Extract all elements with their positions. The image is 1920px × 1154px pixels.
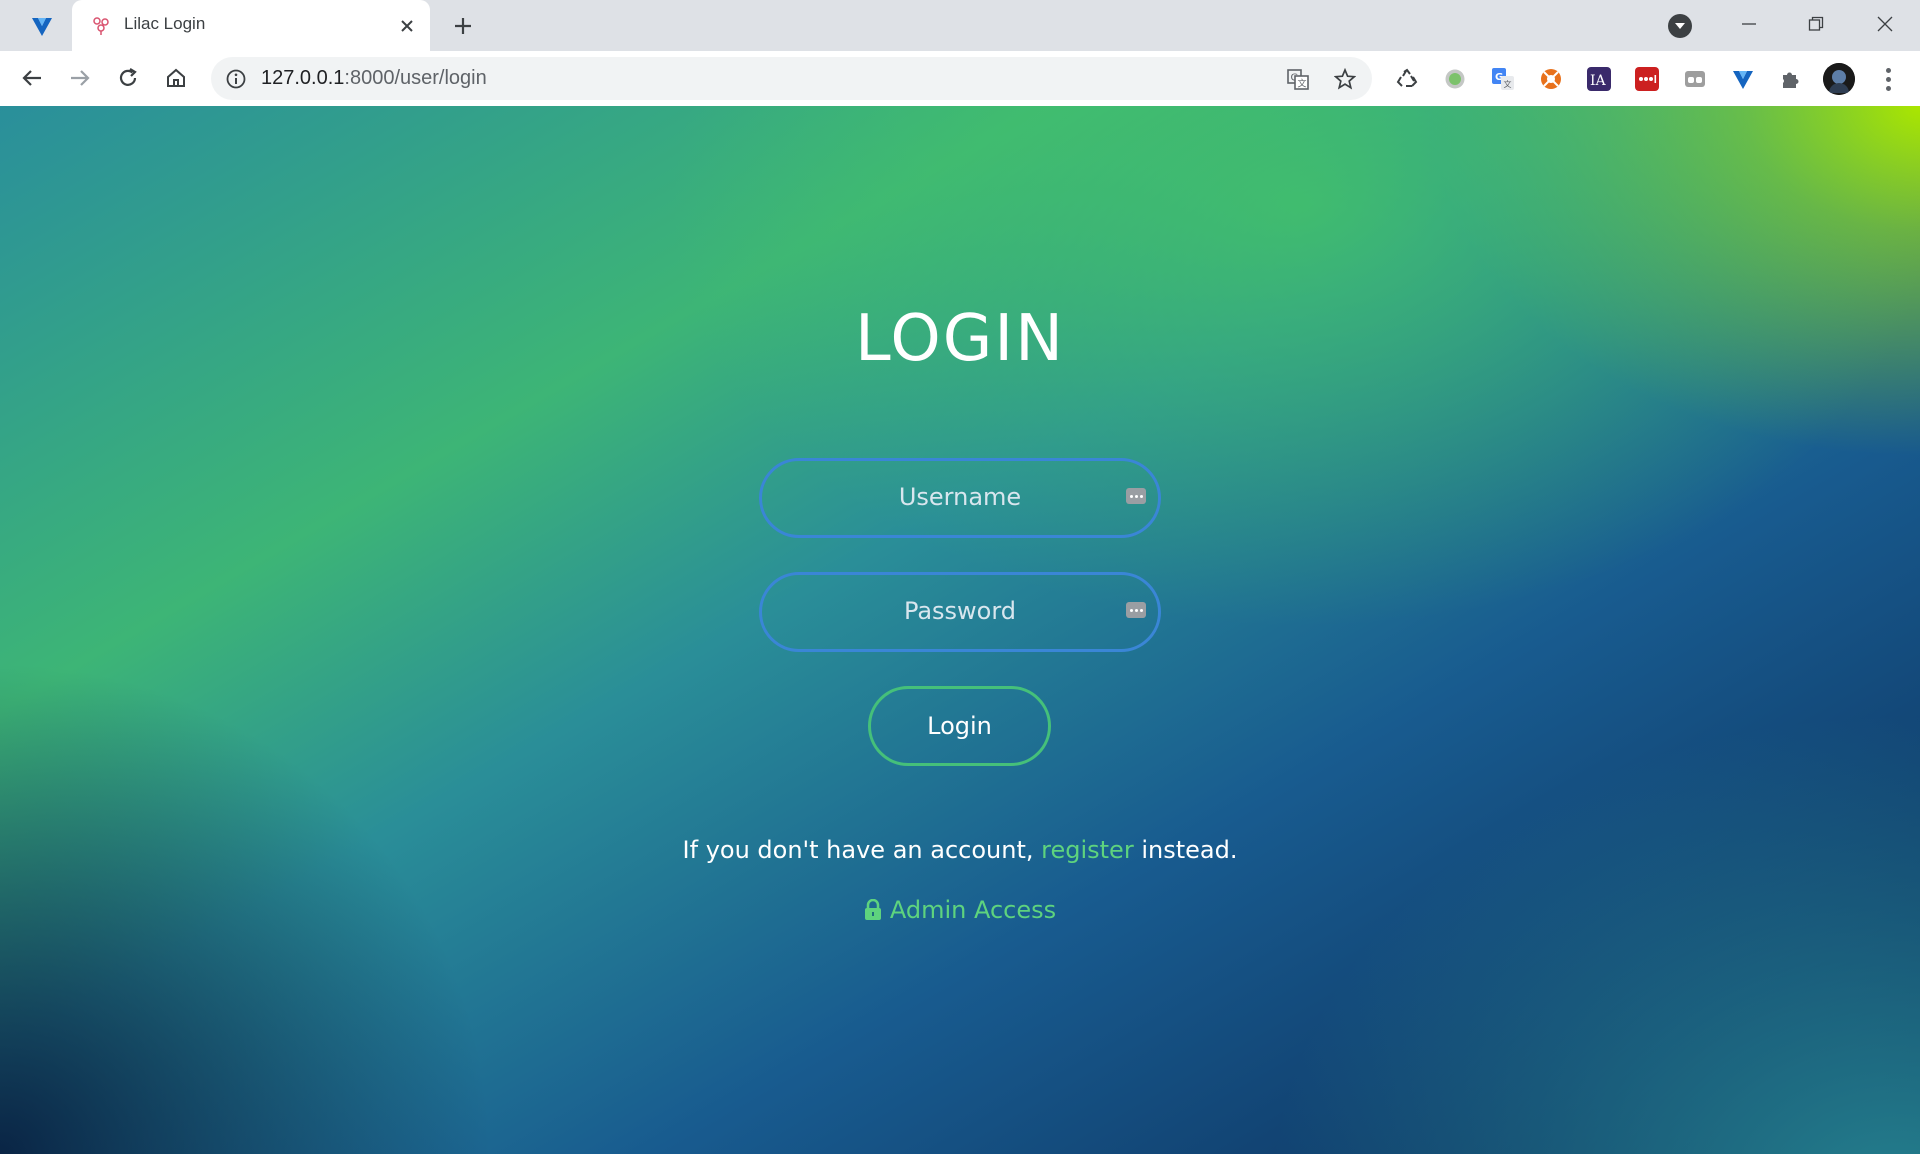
lastpass-icon[interactable] xyxy=(1635,67,1659,91)
back-icon[interactable] xyxy=(15,61,49,95)
admin-access-link[interactable]: Admin Access xyxy=(0,896,1920,924)
forward-icon[interactable] xyxy=(63,61,97,95)
password-manager-icon[interactable] xyxy=(1126,488,1146,504)
reload-icon[interactable] xyxy=(111,61,145,95)
url-host: 127.0.0.1 xyxy=(261,67,345,89)
incognito-icon[interactable] xyxy=(1683,67,1707,91)
minimize-icon[interactable] xyxy=(1726,8,1772,40)
recycle-icon[interactable] xyxy=(1395,67,1419,91)
profile-avatar[interactable] xyxy=(1823,63,1855,95)
bookmark-star-icon[interactable] xyxy=(1333,67,1357,91)
active-tab[interactable]: Lilac Login xyxy=(72,0,430,51)
ia-icon[interactable]: IA xyxy=(1587,67,1611,91)
login-button[interactable]: Login xyxy=(868,686,1051,766)
url-text: 127.0.0.1:8000/user/login xyxy=(261,67,487,90)
green-circle-icon[interactable] xyxy=(1443,67,1467,91)
tab-strip: Lilac Login xyxy=(0,0,1920,51)
browser-toolbar: 127.0.0.1:8000/user/login G文 G文 IA xyxy=(0,51,1920,107)
close-window-icon[interactable] xyxy=(1862,8,1908,40)
translate-icon[interactable]: G文 xyxy=(1286,67,1310,91)
username-placeholder: Username xyxy=(898,483,1022,511)
tab-search-icon[interactable] xyxy=(1668,14,1692,38)
close-tab-icon[interactable] xyxy=(394,13,420,39)
pinned-tab[interactable] xyxy=(18,8,66,44)
register-suffix: instead. xyxy=(1133,836,1238,864)
password-placeholder: Password xyxy=(903,597,1017,625)
lock-icon xyxy=(864,899,881,920)
orange-lifebuoy-icon[interactable] xyxy=(1539,67,1563,91)
home-icon[interactable] xyxy=(159,61,193,95)
url-path: :8000/user/login xyxy=(344,67,487,89)
tab-title: Lilac Login xyxy=(124,14,206,33)
v-icon[interactable] xyxy=(1731,67,1755,91)
register-link[interactable]: register xyxy=(1041,836,1134,864)
svg-text:IA: IA xyxy=(1590,73,1607,89)
puzzle-icon[interactable] xyxy=(1779,67,1803,91)
restore-icon[interactable] xyxy=(1793,8,1839,40)
admin-access-label: Admin Access xyxy=(889,896,1057,924)
page-title: LOGIN xyxy=(854,302,1066,376)
google-translate-icon[interactable]: G文 xyxy=(1491,67,1515,91)
register-prompt: If you don't have an account, register i… xyxy=(0,836,1920,864)
address-bar[interactable]: 127.0.0.1:8000/user/login G文 xyxy=(211,57,1372,100)
username-field[interactable]: Username xyxy=(759,458,1161,538)
browser-menu-icon[interactable] xyxy=(1876,65,1900,93)
new-tab-icon[interactable] xyxy=(448,11,478,41)
svg-text:文: 文 xyxy=(1298,78,1307,90)
v-logo-icon xyxy=(32,18,52,36)
password-manager-icon[interactable] xyxy=(1126,602,1146,618)
lilac-flower-icon xyxy=(93,17,109,35)
password-field[interactable]: Password xyxy=(759,572,1161,652)
page-viewport: LOGIN Username Password Login If you don… xyxy=(0,106,1920,1154)
site-info-icon[interactable] xyxy=(225,68,247,90)
svg-text:文: 文 xyxy=(1504,79,1512,89)
register-prefix: If you don't have an account, xyxy=(682,836,1042,864)
